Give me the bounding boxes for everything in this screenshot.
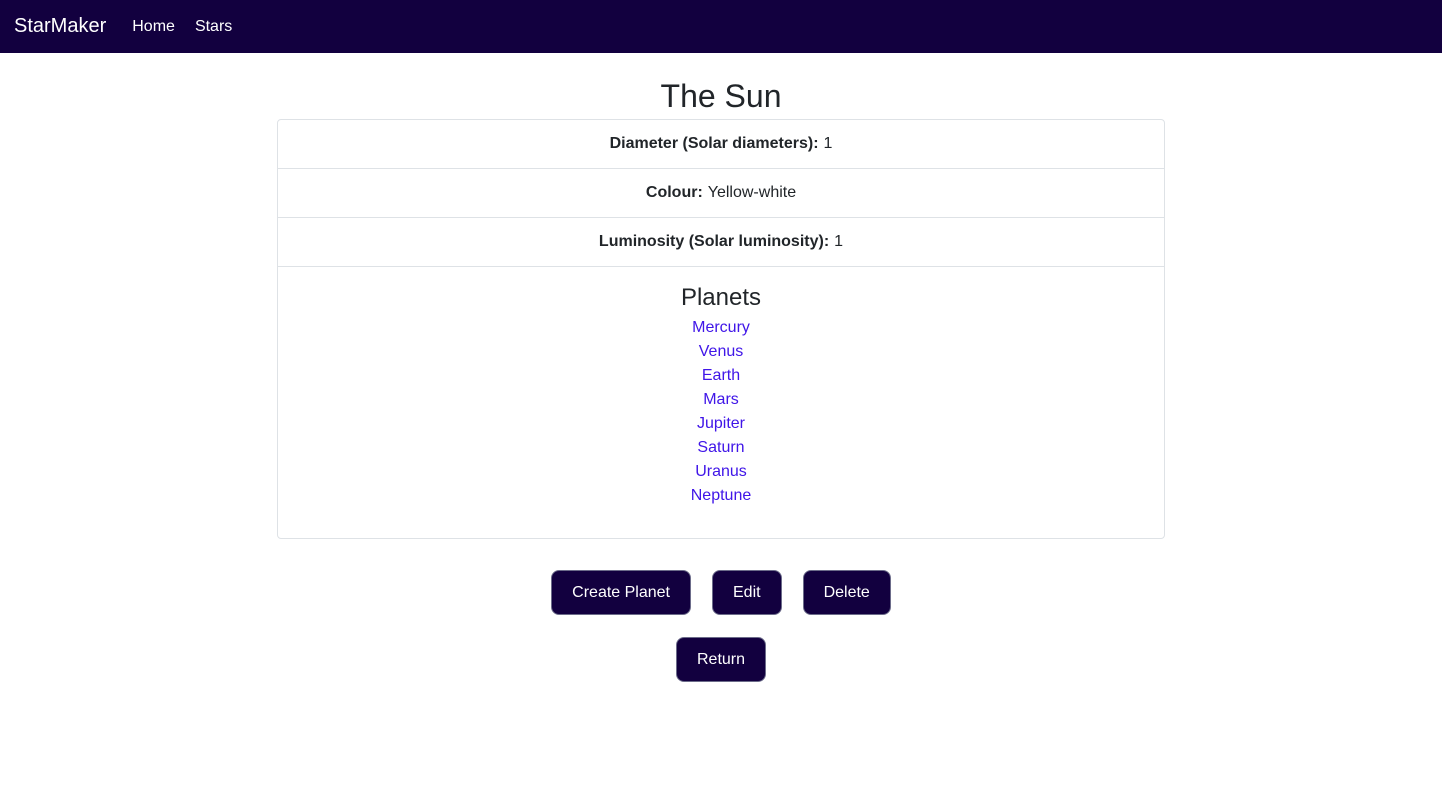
delete-button[interactable]: Delete xyxy=(802,570,891,615)
planet-link-mars[interactable]: Mars xyxy=(703,388,739,412)
planet-link-mercury[interactable]: Mercury xyxy=(692,316,750,340)
diameter-label: Diameter (Solar diameters): xyxy=(609,135,819,152)
luminosity-value: 1 xyxy=(834,233,844,250)
brand-link[interactable]: StarMaker xyxy=(14,15,106,38)
nav-home-link[interactable]: Home xyxy=(132,18,175,36)
planets-heading: Planets xyxy=(680,284,762,311)
luminosity-row: Luminosity (Solar luminosity): 1 xyxy=(278,218,1164,267)
navbar: StarMaker Home Stars xyxy=(0,0,1442,53)
page-title: The Sun xyxy=(660,78,782,114)
colour-value: Yellow-white xyxy=(707,184,797,201)
planet-link-neptune[interactable]: Neptune xyxy=(691,484,752,508)
diameter-row: Diameter (Solar diameters): 1 xyxy=(278,120,1164,169)
nav-stars-link[interactable]: Stars xyxy=(195,18,232,36)
planet-link-earth[interactable]: Earth xyxy=(702,364,740,388)
planet-link-saturn[interactable]: Saturn xyxy=(697,436,744,460)
planets-section: Planets Mercury Venus Earth Mars Jupiter… xyxy=(278,267,1164,538)
action-buttons: Create Planet Edit Delete xyxy=(0,570,1442,615)
return-button[interactable]: Return xyxy=(675,637,767,682)
planet-link-venus[interactable]: Venus xyxy=(699,340,743,364)
diameter-value: 1 xyxy=(823,135,833,152)
planet-link-uranus[interactable]: Uranus xyxy=(695,460,747,484)
luminosity-label: Luminosity (Solar luminosity): xyxy=(598,233,830,250)
main-content: The Sun Diameter (Solar diameters): 1 Co… xyxy=(0,77,1442,682)
star-details-card: Diameter (Solar diameters): 1 Colour: Ye… xyxy=(277,119,1165,539)
colour-row: Colour: Yellow-white xyxy=(278,169,1164,218)
return-button-row: Return xyxy=(0,637,1442,682)
planet-link-jupiter[interactable]: Jupiter xyxy=(697,412,745,436)
colour-label: Colour: xyxy=(645,184,703,201)
edit-button[interactable]: Edit xyxy=(712,570,782,615)
create-planet-button[interactable]: Create Planet xyxy=(551,570,691,615)
